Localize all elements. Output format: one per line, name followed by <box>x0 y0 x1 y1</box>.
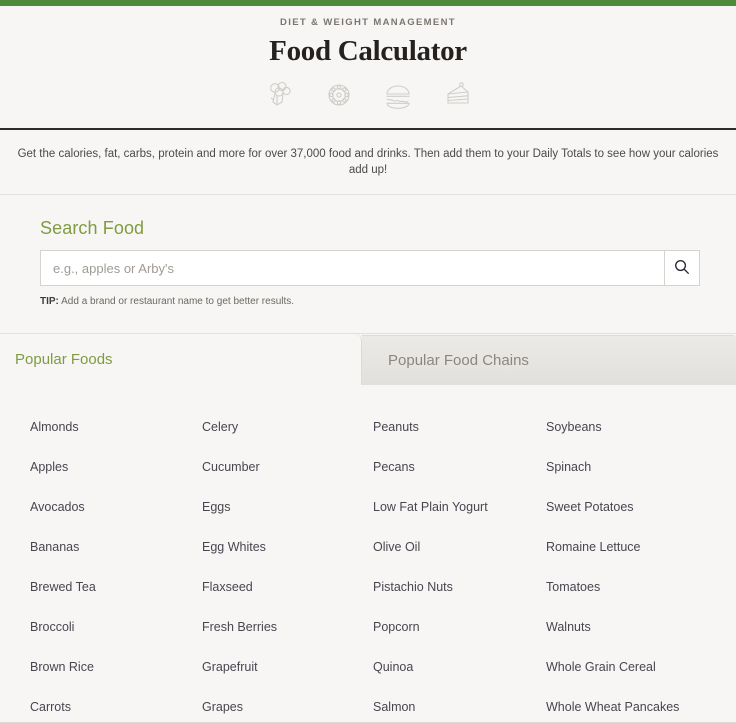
description-text: Get the calories, fat, carbs, protein an… <box>17 148 719 176</box>
food-column-1: Almonds Apples Avocados Bananas Brewed T… <box>30 407 202 722</box>
list-item[interactable]: Romaine Lettuce <box>546 527 736 567</box>
list-item[interactable]: Whole Grain Cereal <box>546 647 736 687</box>
header-icon-row <box>0 75 736 115</box>
tab-popular-food-chains[interactable]: Popular Food Chains <box>362 335 736 385</box>
list-item[interactable]: Celery <box>202 407 373 447</box>
eyebrow-category: DIET & WEIGHT MANAGEMENT <box>280 17 456 28</box>
popular-foods-grid: Almonds Apples Avocados Bananas Brewed T… <box>0 407 736 722</box>
list-item[interactable]: Flaxseed <box>202 567 373 607</box>
list-item[interactable]: Popcorn <box>373 607 546 647</box>
list-item[interactable]: Egg Whites <box>202 527 373 567</box>
list-item[interactable]: Almonds <box>30 407 202 447</box>
list-item[interactable]: Apples <box>30 447 202 487</box>
list-item[interactable]: Bananas <box>30 527 202 567</box>
list-item[interactable]: Sweet Potatoes <box>546 487 736 527</box>
list-item[interactable]: Grapefruit <box>202 647 373 687</box>
search-input[interactable] <box>41 251 664 285</box>
tip-label: TIP: <box>40 296 59 307</box>
search-button[interactable] <box>664 251 699 285</box>
list-item[interactable]: Peanuts <box>373 407 546 447</box>
list-item[interactable]: Low Fat Plain Yogurt <box>373 487 546 527</box>
search-bar[interactable] <box>40 250 700 286</box>
pizza-icon <box>321 78 357 112</box>
food-column-4: Soybeans Spinach Sweet Potatoes Romaine … <box>546 407 736 722</box>
tab-popular-foods-label: Popular Foods <box>15 351 113 368</box>
list-item[interactable]: Broccoli <box>30 607 202 647</box>
tab-popular-foods[interactable]: Popular Foods <box>0 334 362 385</box>
list-item[interactable]: Brewed Tea <box>30 567 202 607</box>
list-item[interactable]: Olive Oil <box>373 527 546 567</box>
tip-text: Add a brand or restaurant name to get be… <box>58 296 295 307</box>
list-item[interactable]: Grapes <box>202 687 373 722</box>
list-item[interactable]: Soybeans <box>546 407 736 447</box>
description-strip: Get the calories, fat, carbs, protein an… <box>0 130 736 195</box>
popular-foods-panel: Almonds Apples Avocados Bananas Brewed T… <box>0 385 736 723</box>
search-tip: TIP: Add a brand or restaurant name to g… <box>40 295 700 309</box>
list-item[interactable]: Tomatoes <box>546 567 736 607</box>
list-item[interactable]: Pecans <box>373 447 546 487</box>
list-item[interactable]: Salmon <box>373 687 546 722</box>
list-item[interactable]: Pistachio Nuts <box>373 567 546 607</box>
list-item[interactable]: Avocados <box>30 487 202 527</box>
search-section: Search Food TIP: Add a brand or restaura… <box>0 195 736 333</box>
cake-slice-icon <box>439 78 475 112</box>
list-item[interactable]: Brown Rice <box>30 647 202 687</box>
broccoli-icon <box>262 78 298 112</box>
page-header: DIET & WEIGHT MANAGEMENT Food Calculator <box>0 6 736 130</box>
food-column-2: Celery Cucumber Eggs Egg Whites Flaxseed… <box>202 407 373 722</box>
list-item[interactable]: Eggs <box>202 487 373 527</box>
tab-bar: Popular Foods Popular Food Chains <box>0 333 736 385</box>
burger-icon <box>380 78 416 112</box>
list-item[interactable]: Walnuts <box>546 607 736 647</box>
list-item[interactable]: Fresh Berries <box>202 607 373 647</box>
list-item[interactable]: Carrots <box>30 687 202 722</box>
food-calculator-page: DIET & WEIGHT MANAGEMENT Food Calculator <box>0 0 736 723</box>
list-item[interactable]: Quinoa <box>373 647 546 687</box>
food-column-3: Peanuts Pecans Low Fat Plain Yogurt Oliv… <box>373 407 546 722</box>
tab-popular-food-chains-label: Popular Food Chains <box>388 352 529 369</box>
list-item[interactable]: Whole Wheat Pancakes <box>546 687 736 722</box>
search-heading: Search Food <box>40 218 145 238</box>
list-item[interactable]: Spinach <box>546 447 736 487</box>
page-title: Food Calculator <box>269 35 467 67</box>
search-icon <box>673 258 691 279</box>
list-item[interactable]: Cucumber <box>202 447 373 487</box>
